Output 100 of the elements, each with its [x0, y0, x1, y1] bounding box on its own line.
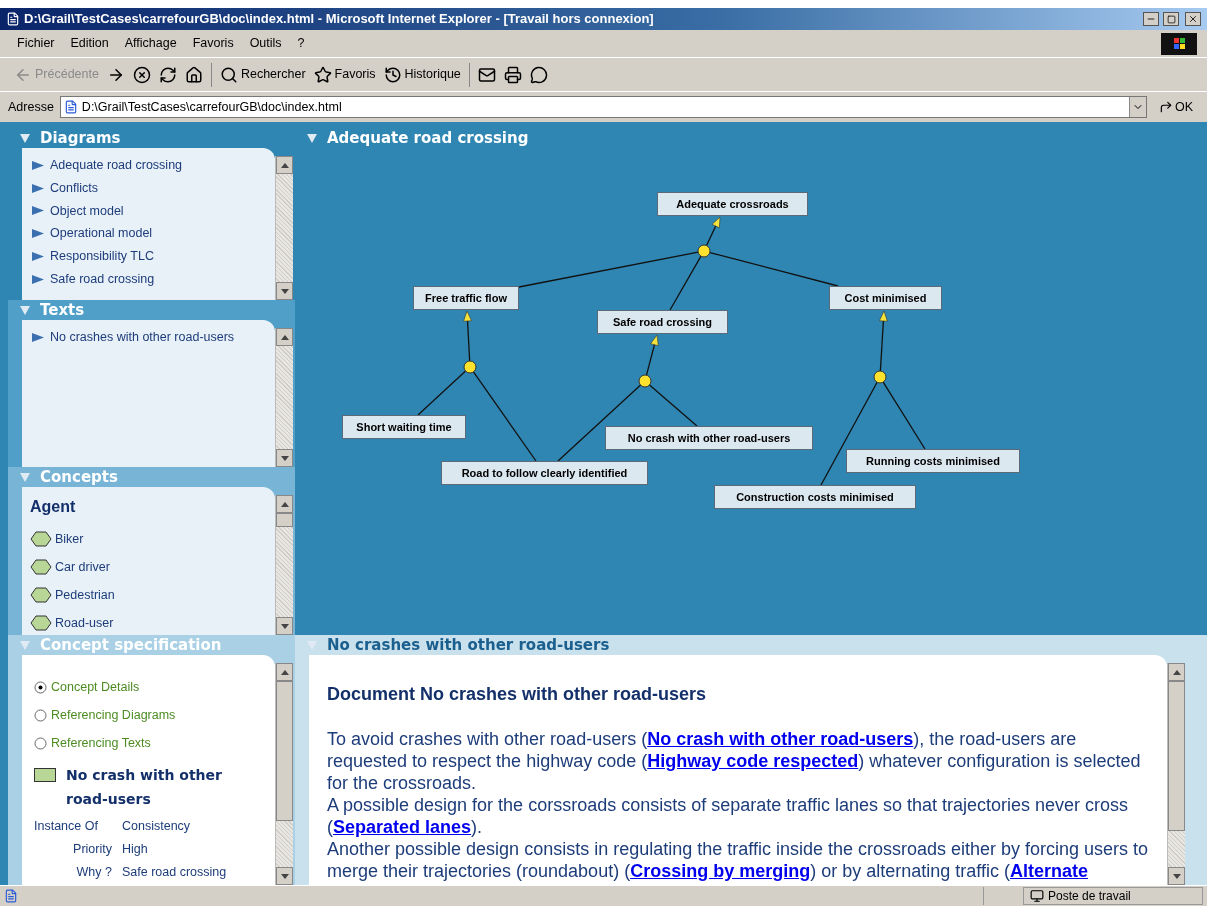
radio-label[interactable]: Concept Details [51, 677, 140, 697]
text-link[interactable]: Separated lanes [333, 817, 472, 837]
section-title: Adequate road crossing [327, 127, 529, 149]
page-icon [6, 12, 20, 26]
menu-item[interactable]: Fichier [10, 34, 62, 53]
up-arrow-icon[interactable] [280, 669, 289, 675]
concept-icon [34, 768, 56, 782]
down-arrow-icon[interactable] [280, 873, 289, 879]
flag-icon [1161, 32, 1197, 55]
status-zone: Poste de travail [1048, 888, 1131, 905]
concept-link[interactable]: Road-user [55, 613, 114, 633]
hexagon-icon [30, 531, 52, 547]
search-button[interactable]: Rechercher [219, 65, 306, 84]
history-button[interactable]: Historique [383, 65, 461, 84]
home-button[interactable] [184, 65, 203, 84]
connector-line [648, 384, 698, 427]
scroll-thumb[interactable] [276, 513, 293, 527]
document-heading: Document No crashes with other road-users [327, 683, 708, 706]
scrollbar[interactable] [275, 328, 293, 467]
collapse-icon[interactable] [307, 133, 317, 143]
scroll-thumb[interactable] [1168, 681, 1185, 831]
text-link[interactable]: Highway code respected [647, 751, 859, 771]
goal-node: Road to follow clearly identified [441, 461, 648, 485]
radio-button[interactable] [34, 736, 47, 750]
go-arrow-icon[interactable] [1158, 100, 1173, 114]
concept-link[interactable]: Biker [55, 529, 84, 549]
radio-button[interactable] [34, 680, 47, 694]
list-item-link[interactable]: Safe road crossing [50, 269, 155, 289]
text-link[interactable]: Alternate [1009, 861, 1088, 881]
favorites-button[interactable]: Favoris [313, 65, 376, 84]
list-arrow-icon [32, 229, 44, 239]
concept-link[interactable]: Car driver [55, 557, 110, 577]
refresh-button[interactable] [158, 65, 177, 84]
down-arrow-icon[interactable] [280, 455, 289, 461]
discuss-button[interactable] [529, 65, 548, 84]
section-title: Concepts [40, 466, 118, 488]
property-name: Instance Of [34, 818, 99, 835]
collapse-icon[interactable] [20, 133, 30, 143]
list-item-link[interactable]: Conflicts [50, 178, 98, 198]
paragraph: A possible design for the corssroads consists of separate traffic lanes so that trajectories never cross (Separated lanes). [327, 794, 1130, 838]
address-label: Adresse [8, 98, 54, 116]
list-item-link[interactable]: Adequate road crossing [50, 156, 183, 175]
computer-icon [1030, 889, 1044, 903]
history-icon[interactable] [383, 65, 402, 84]
hexagon-icon [30, 615, 52, 631]
scroll-thumb[interactable] [276, 681, 293, 821]
goal-node: Adequate crossroads [657, 192, 808, 216]
list-item-link[interactable]: Operational model [50, 224, 153, 243]
scrollbar[interactable] [1167, 663, 1185, 885]
up-arrow-icon[interactable] [1172, 669, 1181, 675]
menu-item[interactable]: Affichage [117, 34, 184, 53]
property-value: Consistency [122, 818, 192, 835]
page-icon [4, 889, 18, 903]
list-arrow-icon [32, 332, 44, 342]
goal-node: No crash with other road-users [605, 426, 813, 450]
concept-link[interactable]: Pedestrian [55, 585, 115, 605]
list-item-link[interactable]: Responsibility TLC [50, 247, 154, 266]
search-icon[interactable] [219, 65, 238, 84]
favorites-icon[interactable] [313, 65, 332, 84]
property-name: Why ? [75, 864, 112, 881]
goal-node: Short waiting time [342, 415, 466, 439]
down-arrow-icon[interactable] [280, 288, 289, 294]
goal-node: Construction costs minimised [714, 485, 916, 509]
hexagon-icon [30, 587, 52, 603]
radio-label[interactable]: Referencing Diagrams [51, 705, 176, 725]
scrollbar[interactable] [275, 495, 293, 635]
hexagon-icon [30, 559, 52, 575]
up-arrow-icon[interactable] [280, 162, 289, 168]
connector-line [882, 381, 926, 450]
list-arrow-icon [32, 160, 44, 170]
property-value: Safe road crossing [122, 864, 228, 881]
address-field[interactable]: D:\Grail\TestCases\carrefourGB\doc\index.html [59, 96, 1147, 118]
junction-dot [463, 360, 477, 374]
stop-button[interactable] [132, 65, 151, 84]
property-name: Priority [72, 841, 112, 858]
text-link[interactable]: Crossing by merging [630, 861, 811, 881]
radio-button[interactable] [34, 708, 47, 722]
up-arrow-icon[interactable] [280, 334, 289, 340]
goal-node: Cost minimised [829, 286, 942, 310]
list-item-link[interactable]: No crashes with other road-users [50, 328, 235, 347]
up-arrow-icon[interactable] [280, 501, 289, 507]
scrollbar[interactable] [275, 156, 293, 300]
down-arrow-icon[interactable] [280, 623, 289, 629]
section-title: Diagrams [40, 127, 121, 149]
list-item-link[interactable]: Object model [50, 201, 124, 221]
menu-item[interactable]: Favoris [185, 34, 241, 53]
junction-dot [697, 244, 711, 258]
go-button[interactable]: OK [1152, 97, 1199, 117]
goal-node: Free traffic flow [413, 286, 519, 310]
down-arrow-icon[interactable] [1172, 873, 1181, 879]
print-button[interactable] [503, 65, 522, 84]
menu-item[interactable]: Edition [63, 34, 116, 53]
goal-node: Safe road crossing [597, 310, 728, 334]
scrollbar[interactable] [275, 663, 293, 885]
menu-item[interactable]: ? [290, 34, 312, 53]
menu-item[interactable]: Outils [242, 34, 289, 53]
goal-node: Running costs minimised [846, 449, 1020, 473]
radio-label[interactable]: Referencing Texts [51, 733, 151, 753]
page-icon [63, 100, 78, 114]
mail-button[interactable] [477, 65, 496, 84]
